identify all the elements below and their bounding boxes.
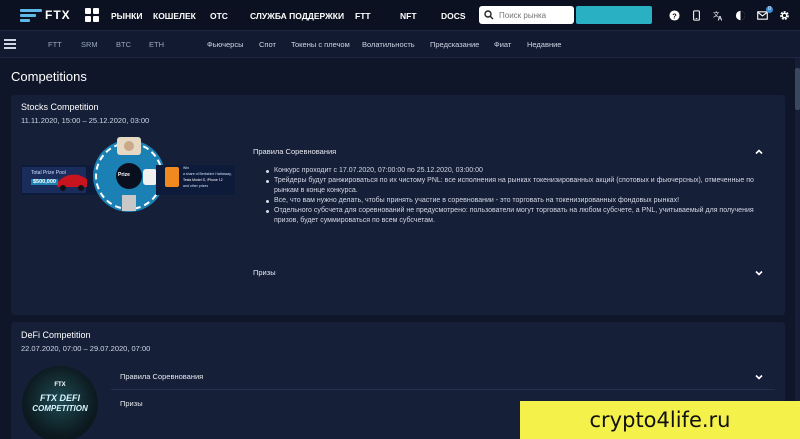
rule-item: Конкурс проходит с 17.07.2020, 07:00:00 …	[264, 166, 764, 176]
notifications-icon[interactable]: 0	[754, 5, 773, 24]
subnav-futures[interactable]: Фьючерсы	[207, 40, 243, 49]
search-box[interactable]	[479, 6, 574, 24]
subnav-prediction[interactable]: Предсказание	[430, 40, 479, 49]
subnav-volatility[interactable]: Волатильность	[362, 40, 415, 49]
banner-side-text-2: a share of Berkshire Hathaway,	[183, 172, 232, 176]
banner-side-text-4: and other prizes	[183, 184, 209, 188]
nav-nft[interactable]: NFT	[400, 11, 417, 21]
page-title: Competitions	[11, 69, 87, 84]
blurred-account-area	[576, 6, 652, 24]
svg-text:?: ?	[672, 11, 677, 20]
svg-text:A: A	[717, 16, 722, 21]
mobile-icon[interactable]	[688, 8, 704, 24]
accordion-divider	[111, 389, 775, 390]
banner-pool-label: Total Prize Pool	[31, 170, 66, 176]
chevron-down-icon[interactable]	[754, 268, 764, 278]
subnav-recent[interactable]: Недавние	[527, 40, 561, 49]
nav-wallet[interactable]: КОШЕЛЕК	[153, 11, 196, 21]
nav-otc[interactable]: OTC	[210, 11, 228, 21]
nav-docs[interactable]: DOCS	[441, 11, 466, 21]
subnav-coin-ftt[interactable]: FTT	[48, 40, 62, 49]
defi-competition-banner: FTX FTX DEFI COMPETITION	[22, 366, 98, 439]
page-scrollbar[interactable]	[795, 58, 800, 439]
subnav-coin-srm[interactable]: SRM	[81, 40, 98, 49]
nav-support[interactable]: СЛУЖБА ПОДДЕРЖКИ	[250, 11, 344, 21]
competition-card-stocks: Stocks Competition 11.11.2020, 15:00 – 2…	[11, 95, 785, 315]
language-icon[interactable]: 文A	[710, 8, 726, 24]
search-input[interactable]	[499, 10, 569, 20]
settings-gear-icon[interactable]	[776, 8, 792, 24]
rule-item: Все, что вам нужно делать, чтобы принять…	[264, 196, 764, 206]
menu-hamburger-icon[interactable]	[4, 37, 16, 51]
defi-banner-line2: COMPETITION	[32, 404, 88, 413]
chevron-up-icon[interactable]	[754, 147, 764, 157]
help-icon[interactable]: ?	[666, 8, 682, 24]
rules-list: Конкурс проходит с 17.07.2020, 07:00:00 …	[264, 166, 764, 226]
chevron-down-icon[interactable]	[754, 372, 764, 382]
search-icon	[484, 10, 494, 20]
subnav-leveraged-tokens[interactable]: Токены с плечом	[291, 40, 350, 49]
notification-badge: 0	[766, 5, 773, 13]
rules-accordion-header[interactable]: Правила Соревнования	[120, 372, 203, 381]
banner-pool-value: $500,000	[31, 179, 58, 185]
prizes-accordion-header[interactable]: Призы	[120, 399, 143, 408]
banner-center-label: Prize	[118, 172, 130, 178]
prizes-accordion-header[interactable]: Призы	[253, 268, 276, 277]
apps-grid-icon[interactable]	[84, 8, 99, 22]
watermark: crypto4life.ru	[520, 401, 800, 439]
nav-ftt[interactable]: FTT	[355, 11, 371, 21]
logo-text: FTX	[45, 8, 71, 22]
rules-accordion-header[interactable]: Правила Соревнования	[253, 147, 336, 156]
banner-side-text-1: Win	[183, 166, 190, 170]
competition-title: Stocks Competition	[21, 102, 99, 112]
defi-banner-logo: FTX	[54, 382, 66, 388]
logo-mark-icon	[20, 8, 42, 22]
stocks-competition-banner: Total Prize Pool $500,000 Prize Win a sh…	[21, 135, 235, 217]
rule-item: Отдельного субсчета для соревнований не …	[264, 206, 764, 226]
top-navbar: FTX РЫНКИ КОШЕЛЕК OTC СЛУЖБА ПОДДЕРЖКИ F…	[0, 0, 800, 31]
nav-markets[interactable]: РЫНКИ	[111, 11, 142, 21]
ftx-logo[interactable]: FTX	[20, 0, 71, 31]
subnav-fiat[interactable]: Фиат	[494, 40, 511, 49]
rule-item: Трейдеры будут ранжироваться по их чисто…	[264, 176, 764, 196]
watermark-text: crypto4life.ru	[589, 408, 731, 432]
subnav-coin-eth[interactable]: ETH	[149, 40, 164, 49]
defi-banner-line1: FTX DEFI	[40, 393, 80, 403]
competition-dates: 22.07.2020, 07:00 – 29.07.2020, 07:00	[21, 344, 151, 353]
competition-title: DeFi Competition	[21, 330, 91, 340]
banner-side-text-3: Tesla Model S, iPhone 12	[183, 178, 223, 182]
theme-toggle-icon[interactable]	[732, 8, 748, 24]
subnav-coin-btc[interactable]: BTC	[116, 40, 131, 49]
subnav-spot[interactable]: Спот	[259, 40, 276, 49]
competition-dates: 11.11.2020, 15:00 – 25.12.2020, 03:00	[21, 116, 150, 125]
